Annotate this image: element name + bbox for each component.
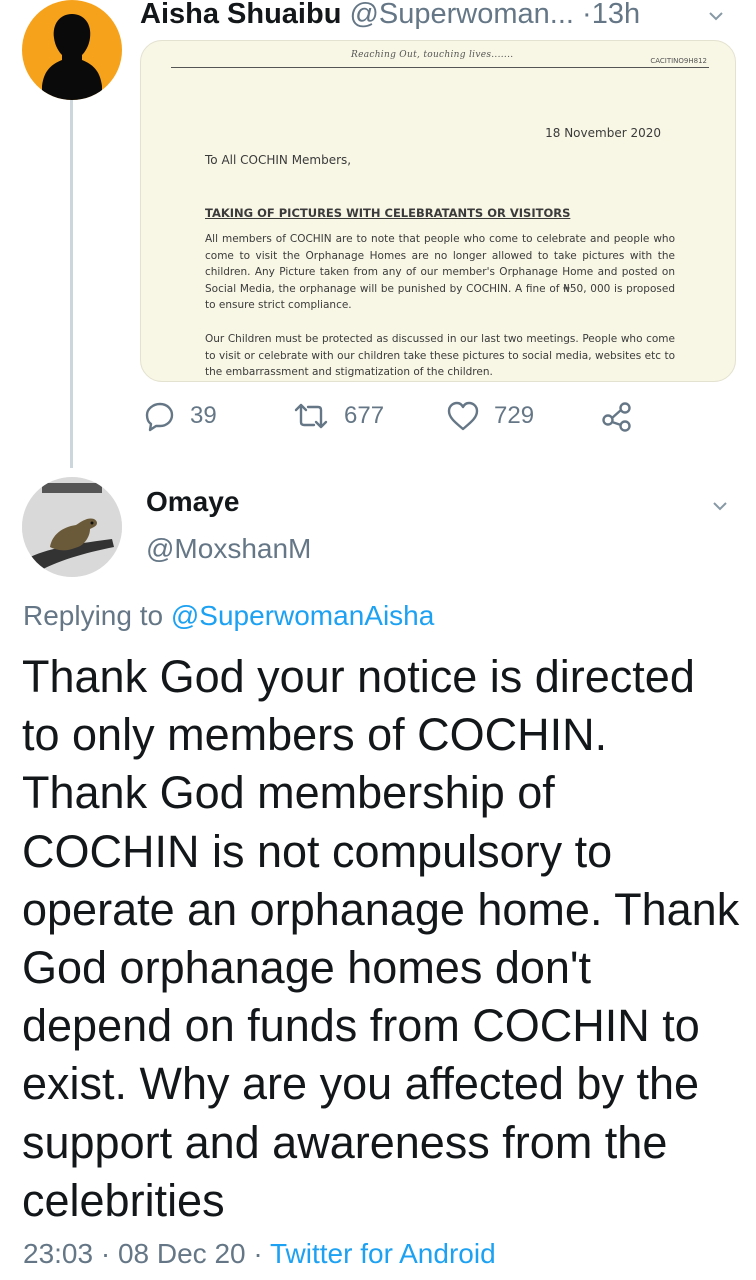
tweet2-timestamp: 23:03 · 08 Dec 20 · — [23, 1238, 263, 1269]
notice-date: 18 November 2020 — [545, 126, 661, 140]
tweet1-author-name[interactable]: Aisha Shuaibu — [140, 0, 341, 30]
replying-to-mention[interactable]: @SuperwomanAisha — [171, 600, 434, 631]
reply-count: 39 — [190, 402, 217, 429]
tweet1-action-bar: 39 677 729 — [140, 396, 740, 436]
tweet2-footer: 23:03 · 08 Dec 20 · Twitter for Android — [23, 1238, 496, 1270]
tweet1-media-image[interactable]: Reaching Out, touching lives....... CACI… — [140, 40, 736, 382]
tweet1-author-handle[interactable]: @Superwoman... — [349, 0, 573, 30]
tweet2-source-link[interactable]: Twitter for Android — [270, 1238, 496, 1269]
like-icon — [447, 401, 479, 431]
notice-subject: TAKING OF PICTURES WITH CELEBRATANTS OR … — [205, 206, 571, 220]
notice-motto: Reaching Out, touching lives....... — [351, 50, 514, 60]
reply-button[interactable]: 39 — [144, 396, 217, 436]
retweet-count: 677 — [344, 402, 385, 429]
retweet-icon — [294, 403, 328, 429]
tweet2-text: Thank God your notice is directed to onl… — [22, 651, 740, 1226]
retweet-button[interactable]: 677 — [292, 396, 384, 436]
tweet1-timestamp[interactable]: 13h — [592, 0, 640, 30]
share-button[interactable] — [600, 396, 648, 436]
reply-icon — [145, 402, 174, 432]
chevron-down-icon[interactable] — [708, 8, 724, 24]
tweet1-header: Aisha Shuaibu @Superwoman... ·13h — [140, 0, 740, 36]
tweet1-separator: · — [582, 0, 592, 30]
avatar-omaye[interactable] — [22, 477, 122, 577]
share-icon — [602, 402, 631, 432]
avatar-cheetah-icon — [22, 477, 122, 577]
thread-connector-line — [70, 100, 73, 468]
notice-greeting: To All COCHIN Members, — [205, 153, 352, 167]
tweet2-author-name[interactable]: Omaye — [146, 486, 239, 518]
chevron-down-icon[interactable] — [712, 498, 728, 514]
replying-to-line: Replying to @SuperwomanAisha — [23, 600, 434, 632]
replying-to-label: Replying to — [23, 600, 164, 631]
avatar-aisha[interactable] — [22, 0, 122, 100]
notice-header-rule — [171, 67, 709, 68]
notice-paragraph-2: Our Children must be protected as discus… — [205, 333, 675, 378]
like-button[interactable]: 729 — [446, 396, 534, 436]
tweet2-author-handle[interactable]: @MoxshanM — [146, 533, 311, 565]
like-count: 729 — [494, 402, 535, 429]
notice-paragraph-1: All members of COCHIN are to note that p… — [205, 233, 675, 311]
avatar-silhouette-icon — [42, 14, 102, 100]
notice-reference: CACITINO9H812 — [650, 57, 707, 65]
